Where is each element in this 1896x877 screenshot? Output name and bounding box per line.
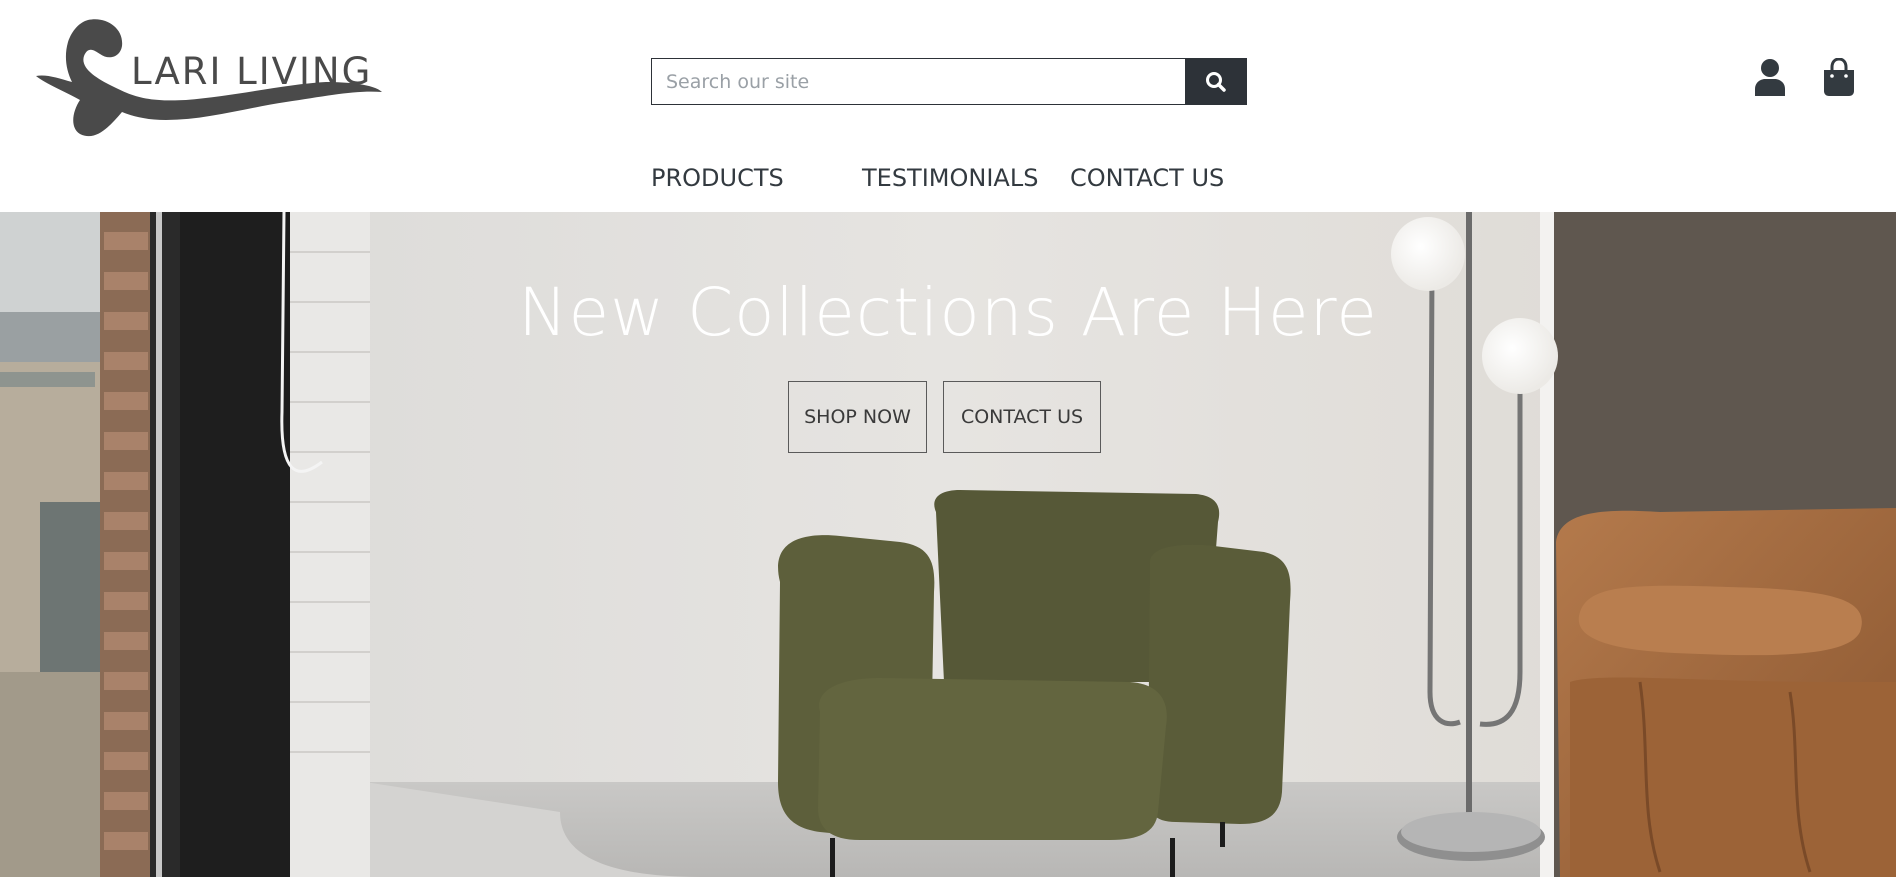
brand-logo[interactable]: LARI LIVING: [36, 16, 386, 146]
search-button[interactable]: [1185, 59, 1246, 104]
hero-title: New Collections Are Here: [518, 274, 1378, 351]
search-input[interactable]: [652, 59, 1185, 104]
nav-contact-us[interactable]: CONTACT US: [1070, 164, 1224, 198]
nav-testimonials[interactable]: TESTIMONIALS: [862, 164, 1038, 198]
site-header: LARI LIVING PRODUCTS TESTIMONIALS CONTAC…: [0, 0, 1896, 212]
user-icon[interactable]: [1753, 58, 1787, 96]
shop-now-button[interactable]: SHOP NOW: [788, 381, 927, 453]
hero-contact-us-button[interactable]: CONTACT US: [943, 381, 1101, 453]
hero-banner: New Collections Are Here SHOP NOW CONTAC…: [0, 212, 1896, 877]
search-bar: [651, 58, 1247, 105]
brand-name: LARI LIVING: [131, 50, 373, 93]
search-icon: [1205, 71, 1226, 92]
nav-products[interactable]: PRODUCTS: [651, 164, 784, 198]
shopping-bag-icon[interactable]: [1823, 57, 1855, 96]
armchair-illustration: [778, 490, 1291, 877]
